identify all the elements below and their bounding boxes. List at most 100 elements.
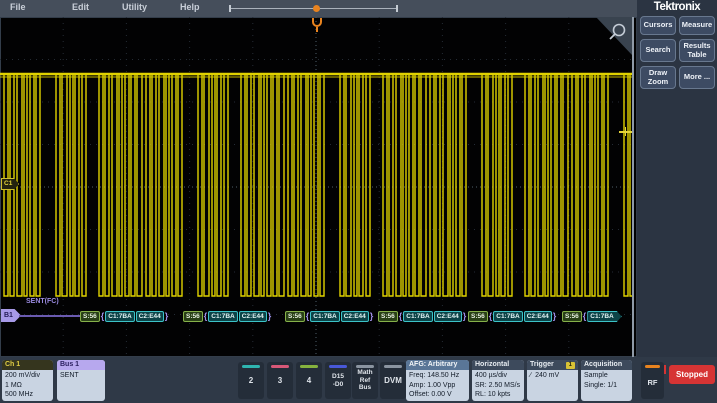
readout-line: SR: 2.50 MS/s	[475, 381, 521, 391]
bus-packet-status: S:56	[378, 311, 398, 322]
bus-packet-data: C1:7BA	[403, 311, 432, 322]
front-panel-button-4[interactable]: 4	[296, 362, 322, 399]
bus-packet-status: S:56	[468, 311, 488, 322]
afg-badge[interactable]: AFG: Arbitrary Freq: 148.50 HzAmp: 1.00 …	[406, 360, 469, 401]
bus-packet-data: C1:7BA	[105, 311, 134, 322]
sidebar-button-search[interactable]: Search	[640, 39, 676, 62]
bus-packet-group: S:56{C1:7BAC2:E44}	[468, 310, 556, 323]
trigger-readout: ∕ 240 mV	[527, 370, 578, 382]
channel-color-stripe	[242, 365, 260, 368]
channel-color-stripe	[271, 365, 289, 368]
sidebar-buttons: CursorsMeasureSearchResults TableDraw Zo…	[640, 16, 715, 89]
button-label: -D0	[333, 381, 343, 389]
status-bar: Ch 1 200 mV/div1 MΩ500 MHz Bus 1 SENT 2 3…	[0, 357, 717, 403]
front-panel-button-d15d0[interactable]: D15-D0	[325, 362, 351, 399]
horizontal-readout: 400 µs/divSR: 2.50 MS/sRL: 10 kpts	[472, 370, 524, 401]
readout-line: 200 mV/div	[5, 371, 50, 381]
readout-line: 1 MΩ	[5, 381, 50, 391]
bus1-badge[interactable]: Bus 1 SENT	[57, 360, 105, 401]
ch1-badge-title: Ch 1	[2, 360, 53, 370]
acquisition-badge[interactable]: Acquisition SampleSingle: 1/1	[581, 360, 632, 401]
bus-packet-group: S:56{C1:7BAC2:E44}	[285, 310, 373, 323]
channel-color-stripe	[384, 365, 402, 368]
bus-packet-data: C2:E44	[434, 311, 462, 322]
afg-badge-title: AFG: Arbitrary	[406, 360, 469, 370]
front-panel-button-mathrefbus[interactable]: MathRefBus	[352, 362, 378, 399]
bus-packet-status: S:56	[183, 311, 203, 322]
panel-divider[interactable]	[632, 17, 634, 357]
bus-bracket: {	[306, 311, 310, 322]
readout-line: Amp: 1.00 Vpp	[409, 381, 466, 391]
button-label: Ref	[360, 377, 370, 385]
sidebar-button-more[interactable]: More ...	[679, 66, 715, 89]
trigger-source-badge: 1	[566, 362, 575, 369]
front-panel-button-3[interactable]: 3	[267, 362, 293, 399]
bus-packet-data: C2:E44	[524, 311, 552, 322]
bus-packet-data: C1:7BA	[208, 311, 237, 322]
sidebar-button-measure[interactable]: Measure	[679, 16, 715, 35]
bus1-badge-title: Bus 1	[57, 360, 105, 370]
track-right-bracket	[396, 5, 398, 12]
bus-bracket: {	[204, 311, 208, 322]
bus-packet-data: C1:7BA	[587, 311, 621, 322]
trigger-position-handle[interactable]	[313, 5, 320, 12]
waveform-graticule-area[interactable]: C1 SENT(FC) B1 S:56{C1:7BAC2:E44}S:56{C1…	[0, 17, 637, 357]
bus-bracket: {	[101, 311, 105, 322]
sidebar-button-draw-zoom[interactable]: Draw Zoom	[640, 66, 676, 89]
button-label: Bus	[359, 384, 371, 392]
acquisition-badge-title: Acquisition	[581, 360, 632, 370]
zoom-corner-icon[interactable]	[596, 17, 632, 55]
menu-item-utility[interactable]: Utility	[122, 2, 147, 12]
ch1-waveform[interactable]	[0, 17, 632, 357]
menu-item-help[interactable]: Help	[180, 2, 200, 12]
bus-baseline	[19, 315, 80, 317]
bus-bracket: }	[463, 311, 467, 322]
menu-item-file[interactable]: File	[10, 2, 26, 12]
bus-bracket: {	[399, 311, 403, 322]
bus-packet-group: S:56{C1:7BAC2:E44}	[378, 310, 466, 323]
readout-line: Sample	[584, 371, 629, 381]
button-label: 3	[278, 377, 282, 385]
bus-bracket: {	[489, 311, 493, 322]
button-label: DVM	[384, 377, 402, 385]
bus-packet-status: S:56	[80, 311, 100, 322]
run-stop-button[interactable]: Stopped	[669, 365, 715, 384]
readout-line: 500 MHz	[5, 390, 50, 400]
button-label: D15	[332, 373, 344, 381]
rf-button[interactable]: RF	[641, 362, 664, 399]
bus-decode-label: SENT(FC)	[26, 298, 59, 305]
menu-bar: File Edit Utility Help	[0, 0, 637, 17]
bus-packet-group: S:56{C1:7BAC2:E44}	[80, 310, 168, 323]
bus-packet-data: C1:7BA	[493, 311, 522, 322]
channel-color-stripe	[300, 365, 318, 368]
acquisition-readout: SampleSingle: 1/1	[581, 370, 632, 391]
trigger-level-marker[interactable]	[619, 127, 632, 136]
channel-color-stripe	[356, 365, 374, 368]
trigger-badge[interactable]: Trigger 1 ∕ 240 mV	[527, 360, 578, 401]
front-panel-button-dvm[interactable]: DVM	[380, 362, 406, 399]
oscilloscope-screen: File Edit Utility Help C1 SENT(FC) B1 S:56{…	[0, 0, 717, 403]
bus-packet-data: C2:E44	[136, 311, 164, 322]
front-panel-button-2[interactable]: 2	[238, 362, 264, 399]
readout-line: SENT	[60, 371, 102, 381]
sidebar-button-results-table[interactable]: Results Table	[679, 39, 715, 62]
bus-bracket: }	[553, 311, 557, 322]
button-label: 2	[249, 377, 253, 385]
run-state-divider	[664, 365, 666, 374]
readout-line: RL: 10 kpts	[475, 390, 521, 400]
ch1-readout: 200 mV/div1 MΩ500 MHz	[2, 370, 53, 401]
bus-packet-data: C2:E44	[341, 311, 369, 322]
horizontal-badge[interactable]: Horizontal 400 µs/divSR: 2.50 MS/sRL: 10…	[472, 360, 524, 401]
bus1-readout: SENT	[57, 370, 105, 382]
ch1-badge[interactable]: Ch 1 200 mV/div1 MΩ500 MHz	[2, 360, 53, 401]
menu-item-edit[interactable]: Edit	[72, 2, 89, 12]
bus-bracket: {	[583, 311, 587, 322]
button-label: Math	[357, 369, 372, 377]
bus-packet-data: C2:E44	[239, 311, 267, 322]
afg-readout: Freq: 148.50 HzAmp: 1.00 VppOffset: 0.00…	[406, 370, 469, 401]
trigger-position-marker[interactable]	[310, 18, 324, 32]
bus-packet-status: S:56	[562, 311, 582, 322]
bus-packet-group: S:56{C1:7BAC2:E44}	[183, 310, 271, 323]
sidebar-button-cursors[interactable]: Cursors	[640, 16, 676, 35]
readout-line: Single: 1/1	[584, 381, 629, 391]
